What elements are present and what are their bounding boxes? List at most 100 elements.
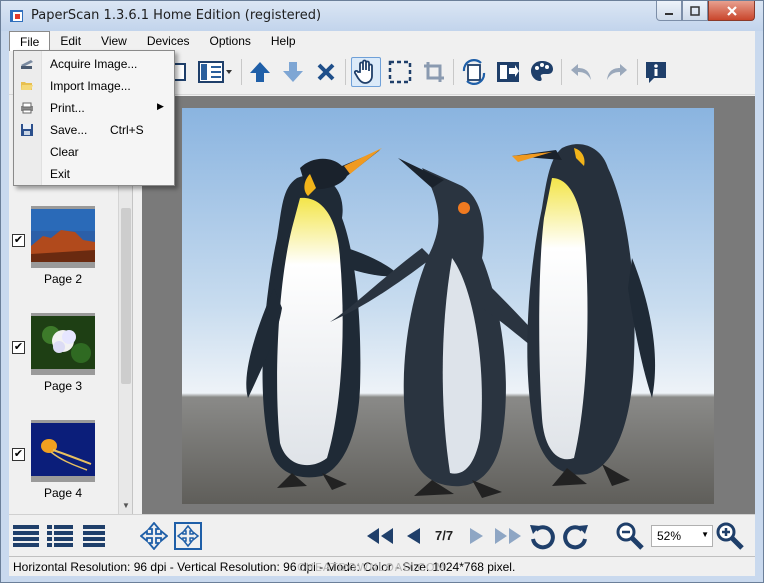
maximize-icon (690, 5, 700, 16)
select-rectangle-icon (388, 60, 412, 84)
window-title: PaperScan 1.3.6.1 Home Edition (register… (31, 8, 322, 23)
previous-page-button[interactable] (399, 521, 429, 551)
previous-page-icon (407, 528, 420, 544)
toolbar-separator (241, 59, 242, 85)
menu-item-shortcut: Ctrl+S (110, 123, 144, 137)
list-compact-icon (83, 525, 105, 547)
move-down-button[interactable] (278, 57, 308, 87)
undo-button[interactable] (567, 57, 597, 87)
pan-tool-button[interactable] (351, 57, 381, 87)
undo-icon (571, 64, 591, 80)
thumbnail-label: Page 4 (43, 486, 83, 500)
move-down-icon (283, 62, 303, 82)
menu-item-label: Exit (50, 167, 71, 181)
bottom-toolbar: 7/7 52% ▼ (9, 514, 755, 556)
thumbnail-label: Page 2 (43, 272, 83, 286)
toolbar-separator (345, 59, 346, 85)
menu-file[interactable]: File (9, 31, 51, 51)
rotate-left-icon (530, 525, 555, 550)
folder-open-icon (21, 82, 33, 90)
maximize-button[interactable] (682, 1, 708, 21)
toolbar-separator (561, 59, 562, 85)
crop-icon (424, 62, 444, 82)
close-icon (726, 5, 737, 16)
watermark-text: CHEATDOWNLOAD.COM (297, 561, 447, 574)
scroll-down-icon[interactable]: ▼ (122, 501, 130, 510)
color-palette-icon (531, 61, 553, 81)
menu-help[interactable]: Help (261, 31, 306, 51)
menu-item-label: Save... (50, 123, 88, 137)
info-button[interactable] (641, 57, 671, 87)
toolbar-separator (637, 59, 638, 85)
select-rectangle-button[interactable] (385, 57, 415, 87)
rotate-button[interactable] (459, 57, 489, 87)
next-page-button[interactable] (461, 521, 491, 551)
page-checkbox[interactable]: ✔ (12, 234, 25, 247)
first-page-icon (367, 528, 393, 544)
list-detail-icon (47, 525, 73, 547)
menu-view[interactable]: View (91, 31, 137, 51)
menu-item-label: Print... (50, 101, 85, 115)
flip-button[interactable] (493, 57, 523, 87)
rotate-left-button[interactable] (527, 521, 557, 551)
menu-bar: File Edit View Devices Options Help (9, 31, 755, 51)
color-adjust-button[interactable] (527, 57, 557, 87)
app-window: PaperScan 1.3.6.1 Home Edition (register… (0, 0, 764, 583)
last-page-button[interactable] (493, 521, 523, 551)
menu-item-label: Import Image... (50, 79, 131, 93)
delete-icon (317, 63, 335, 81)
fit-window-icon (174, 522, 202, 550)
scanner-icon (21, 60, 33, 69)
zoom-in-button[interactable] (715, 521, 745, 551)
page-checkbox[interactable]: ✔ (12, 341, 25, 354)
fit-window-button[interactable] (173, 521, 203, 551)
move-up-icon (250, 62, 270, 82)
zoom-select[interactable]: 52% ▼ (651, 525, 713, 547)
menu-item-acquire-image[interactable]: Acquire Image... (14, 53, 174, 75)
close-button[interactable] (708, 1, 755, 21)
page-layout-button[interactable] (195, 57, 235, 87)
redo-icon (607, 64, 627, 80)
scrollbar-thumb[interactable] (121, 208, 131, 384)
view-compact-list-button[interactable] (79, 521, 109, 551)
zoom-out-button[interactable] (615, 521, 645, 551)
menu-devices[interactable]: Devices (137, 31, 200, 51)
menu-item-clear[interactable]: Clear (14, 141, 174, 163)
crop-button[interactable] (419, 57, 449, 87)
page-layout-icon (198, 61, 232, 83)
printer-icon (21, 102, 33, 114)
flip-icon (497, 62, 519, 82)
redo-button[interactable] (601, 57, 631, 87)
menu-item-label: Acquire Image... (50, 57, 138, 71)
rotate-right-icon (563, 525, 588, 550)
fit-move-button[interactable] (139, 521, 169, 551)
image-viewer[interactable] (142, 96, 755, 514)
chevron-down-icon: ▼ (701, 530, 709, 539)
minimize-icon (665, 12, 673, 15)
thumbnail-page-3[interactable]: ✔ Page 3 (9, 313, 121, 413)
move-arrows-icon (140, 522, 168, 550)
menu-item-exit[interactable]: Exit (14, 163, 174, 185)
first-page-button[interactable] (365, 521, 395, 551)
menu-item-import-image[interactable]: Import Image... (14, 75, 174, 97)
view-large-list-button[interactable] (11, 521, 41, 551)
minimize-button[interactable] (656, 1, 682, 21)
menu-item-save[interactable]: Save... Ctrl+S (14, 119, 174, 141)
view-detail-list-button[interactable] (45, 521, 75, 551)
page-checkbox[interactable]: ✔ (12, 448, 25, 461)
next-page-icon (470, 528, 483, 544)
thumbnail-page-4[interactable]: ✔ Page 4 (9, 420, 121, 520)
menu-edit[interactable]: Edit (50, 31, 91, 51)
thumbnail-label: Page 3 (43, 379, 83, 393)
menu-item-print[interactable]: Print... ▶ (14, 97, 174, 119)
app-logo-icon (10, 10, 23, 22)
floppy-disk-icon (21, 124, 33, 136)
delete-button[interactable] (311, 57, 341, 87)
thumbnail-page-2[interactable]: ✔ Page 2 (9, 206, 121, 306)
zoom-value: 52% (657, 529, 682, 543)
move-up-button[interactable] (245, 57, 275, 87)
menu-options[interactable]: Options (200, 31, 261, 51)
list-large-icon (13, 525, 39, 547)
submenu-arrow-icon: ▶ (157, 101, 164, 111)
rotate-right-button[interactable] (561, 521, 591, 551)
